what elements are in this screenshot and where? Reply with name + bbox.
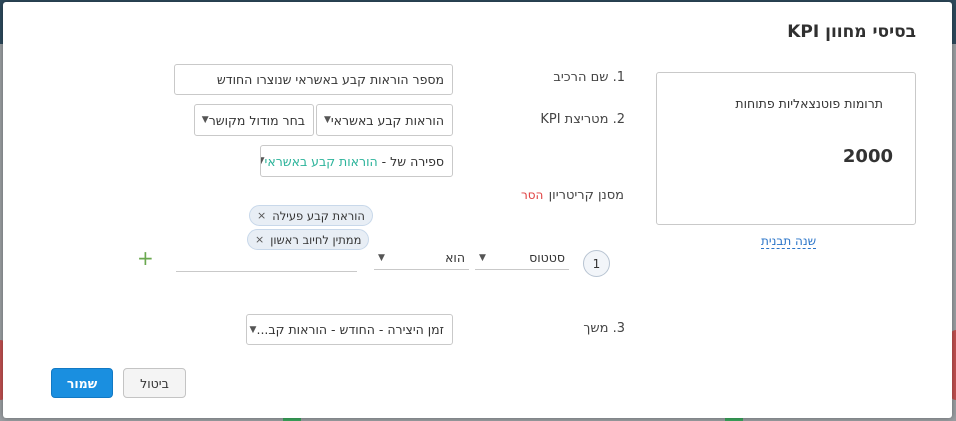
component-name-input[interactable]: מספר הוראות קבע באשראי שנוצרו החודש <box>174 64 453 95</box>
criteria-field-select[interactable]: סטטוס ▼ <box>475 246 569 270</box>
count-target: הוראות קבע באשראי <box>264 153 378 169</box>
preview-value: 2000 <box>842 146 893 167</box>
remove-criteria-link[interactable]: הסר <box>521 188 543 202</box>
filter-chip: ממתין לחיוב ראשון × <box>247 229 370 250</box>
change-template-link[interactable]: שנה תבנית <box>761 234 817 249</box>
caret-down-icon: ▼ <box>201 115 209 125</box>
save-button[interactable]: שמור <box>51 368 113 398</box>
criteria-operator-value: הוא <box>445 250 465 265</box>
linked-module-select-value: בחר מודול מקושר <box>208 112 305 128</box>
criteria-row-number: 1 <box>583 250 610 277</box>
metric-select-value: הוראות קבע באשראי <box>330 112 444 128</box>
criteria-filter-label: מסנן קריטריון <box>548 188 624 203</box>
criteria-field-value: סטטוס <box>529 250 565 265</box>
kpi-dialog: בסיסי מחוון KPI 1. שם הרכיב מספר הוראות … <box>3 2 952 418</box>
duration-label: 3. משך <box>583 321 625 336</box>
add-criteria-icon[interactable]: + <box>137 246 154 270</box>
count-of-select-value: ספירה של - הוראות קבע באשראי <box>265 154 444 169</box>
filter-chip-label: ממתין לחיוב ראשון <box>270 232 362 247</box>
component-name-label: 1. שם הרכיב <box>553 70 625 85</box>
linked-module-select[interactable]: בחר מודול מקושר ▼ <box>194 104 314 136</box>
duration-select[interactable]: זמן היצירה - החודש - הוראות קב... ▼ <box>246 314 453 345</box>
duration-select-value: זמן היצירה - החודש - הוראות קב... <box>256 322 444 337</box>
chip-remove-icon[interactable]: × <box>255 233 264 246</box>
component-name-value: מספר הוראות קבע באשראי שנוצרו החודש <box>216 72 444 87</box>
filter-chip-label: הוראת קבע פעילה <box>272 208 365 223</box>
caret-down-icon: ▼ <box>378 252 385 263</box>
chip-remove-icon[interactable]: × <box>257 209 266 222</box>
dialog-title: בסיסי מחוון KPI <box>787 22 916 42</box>
criteria-operator-select[interactable]: הוא ▼ <box>374 246 469 270</box>
cancel-button[interactable]: ביטול <box>123 368 186 398</box>
caret-down-icon: ▼ <box>323 115 331 125</box>
kpi-metric-label: 2. מטריצת KPI <box>540 112 625 127</box>
kpi-preview-card: תרומות פוטנצאליות פתוחות 2000 <box>656 72 916 225</box>
caret-down-icon: ▼ <box>249 324 257 335</box>
caret-down-icon: ▼ <box>479 252 486 263</box>
filter-chip: הוראת קבע פעילה × <box>249 205 373 226</box>
caret-down-icon: ▼ <box>261 156 265 166</box>
count-of-select[interactable]: ספירה של - הוראות קבע באשראי ▼ <box>260 145 453 177</box>
count-prefix: ספירה של - <box>377 153 444 169</box>
preview-title: תרומות פוטנצאליות פתוחות <box>735 96 883 111</box>
criteria-value-input[interactable] <box>176 248 357 272</box>
metric-select[interactable]: הוראות קבע באשראי ▼ <box>316 104 453 136</box>
